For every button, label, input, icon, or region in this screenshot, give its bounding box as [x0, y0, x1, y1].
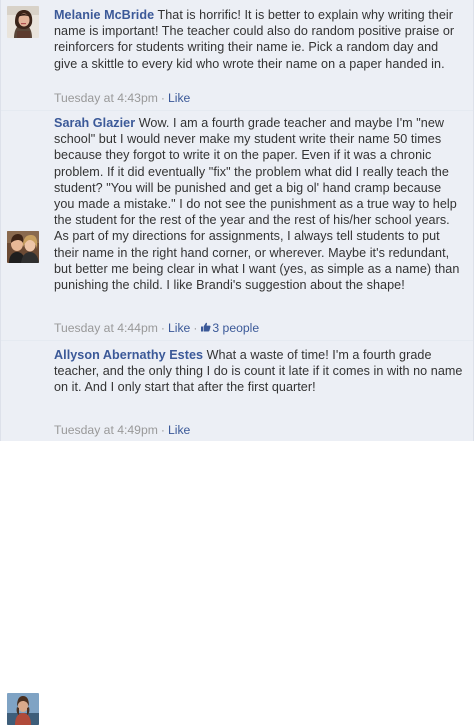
avatar[interactable]	[7, 6, 39, 38]
author-name[interactable]: Allyson Abernathy Estes	[54, 348, 203, 362]
comment-meta: Tuesday at 4:49pm · Like	[54, 423, 190, 438]
like-link[interactable]: Like	[168, 321, 190, 335]
likes-count: 3 people	[212, 321, 260, 335]
comment-thread: Melanie McBride That is horrific! It is …	[0, 0, 474, 725]
like-link[interactable]: Like	[168, 423, 190, 437]
author-name[interactable]: Sarah Glazier	[54, 116, 135, 130]
comment-body: Sarah Glazier Wow. I am a fourth grade t…	[54, 115, 464, 293]
thumbs-up-icon	[200, 321, 211, 336]
separator: ·	[160, 423, 165, 437]
profile-photo-icon	[7, 693, 39, 725]
timestamp[interactable]: Tuesday at 4:44pm	[54, 321, 158, 335]
likes-count-link[interactable]: 3 people	[200, 321, 259, 335]
comment-text: Wow. I am a fourth grade teacher and may…	[54, 116, 460, 293]
comment-meta: Tuesday at 4:43pm · Like	[54, 91, 190, 106]
comment: Sarah Glazier Wow. I am a fourth grade t…	[1, 111, 473, 341]
like-link[interactable]: Like	[168, 91, 190, 105]
author-name[interactable]: Melanie McBride	[54, 8, 154, 22]
timestamp[interactable]: Tuesday at 4:43pm	[54, 91, 158, 105]
profile-photo-icon	[7, 6, 39, 38]
avatar[interactable]	[7, 693, 39, 725]
profile-photo-icon	[7, 231, 39, 263]
timestamp[interactable]: Tuesday at 4:49pm	[54, 423, 158, 437]
comment-meta: Tuesday at 4:44pm · Like · 3 people	[54, 321, 259, 336]
comment: Allyson Abernathy Estes What a waste of …	[1, 341, 473, 725]
avatar[interactable]	[7, 231, 39, 263]
separator: ·	[160, 91, 165, 105]
separator: ·	[193, 321, 198, 335]
separator: ·	[160, 321, 165, 335]
comment-body: Melanie McBride That is horrific! It is …	[54, 7, 464, 72]
comment-body: Allyson Abernathy Estes What a waste of …	[54, 347, 464, 396]
comment: Melanie McBride That is horrific! It is …	[1, 0, 473, 111]
